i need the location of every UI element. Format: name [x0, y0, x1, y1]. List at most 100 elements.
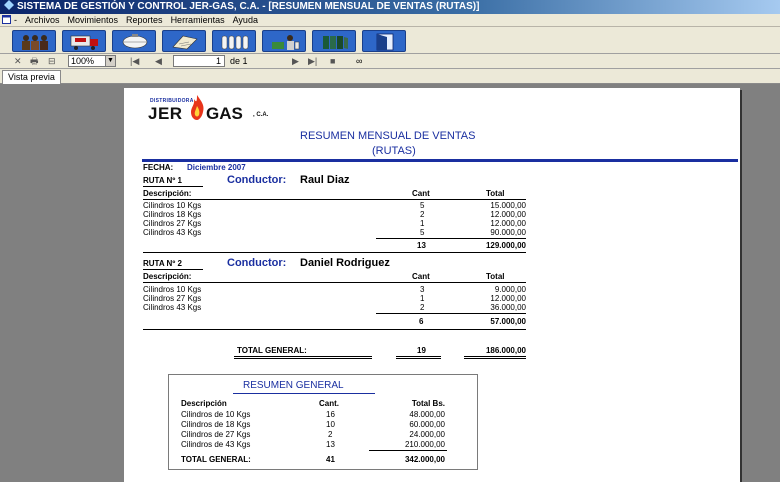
report-page: DISTRIBUIDORA JER GAS , C.A. RESUMEN MEN… [124, 88, 740, 482]
books-button[interactable] [312, 30, 356, 52]
report-subtitle: (RUTAS) [372, 145, 416, 157]
summary-sum-rule [369, 450, 447, 451]
stop-icon[interactable]: ■ [330, 56, 335, 67]
company-logo: DISTRIBUIDORA JER GAS , C.A. [148, 94, 278, 124]
cylinders-icon [221, 35, 249, 50]
document-icon [172, 35, 198, 50]
col-cant-2: Cant [412, 272, 430, 281]
main-toolbar [0, 27, 780, 54]
route-1-sum-total: 129.000,00 [485, 241, 526, 250]
route-2-row-total: 36.000,00 [490, 303, 526, 312]
summary-row-desc: Cilindros de 43 Kgs [181, 440, 251, 449]
books-icon [323, 36, 348, 49]
route-2-row-total: 12.000,00 [490, 294, 526, 303]
route-2-label: RUTA Nº 2 [143, 259, 182, 268]
cylinders-button[interactable] [212, 30, 256, 52]
page-number: 1 [215, 56, 221, 66]
summary-row-total: 24.000,00 [409, 430, 445, 439]
total-cant-rule-b [396, 358, 441, 359]
route-2-row-desc: Cilindros 27 Kgs [143, 294, 202, 303]
chevron-down-icon[interactable]: ▼ [105, 56, 115, 66]
last-page-icon[interactable]: ▶| [308, 56, 317, 67]
logo-ca: , C.A. [253, 112, 269, 118]
logo-jer: JER [148, 104, 183, 123]
menu-ayuda[interactable]: Ayuda [233, 15, 258, 25]
col-total-1: Total [486, 189, 505, 198]
delivery-icon [272, 35, 300, 50]
first-page-icon[interactable]: |◀ [130, 56, 139, 67]
binoculars-icon[interactable]: ∞ [356, 56, 362, 67]
fecha-value: Diciembre 2007 [187, 163, 246, 172]
route-2-row-desc: Cilindros 10 Kgs [143, 285, 202, 294]
total-total-rule-b [464, 358, 526, 359]
window-title: SISTEMA DE GESTIÓN Y CONTROL JER-GAS, C.… [17, 1, 480, 12]
page-count: de 1 [230, 56, 248, 66]
next-page-icon[interactable]: ▶ [292, 56, 299, 67]
route-1-row-desc: Cilindros 10 Kgs [143, 201, 202, 210]
logo-gas: GAS [206, 104, 243, 123]
route-2-row-cant: 3 [420, 285, 425, 294]
document-button[interactable] [162, 30, 206, 52]
total-cant-rule-a [396, 356, 441, 357]
truck-icon [70, 35, 98, 50]
summary-col-desc: Descripción [181, 399, 227, 408]
route-1-row-total: 12.000,00 [490, 210, 526, 219]
route-1-underline [143, 186, 203, 187]
zoom-select[interactable]: 100% ▼ [68, 55, 116, 67]
route-1-row-desc: Cilindros 27 Kgs [143, 219, 202, 228]
summary-col-total: Total Bs. [411, 399, 445, 408]
truck-button[interactable] [62, 30, 106, 52]
route-1-row-cant: 1 [420, 219, 425, 228]
exit-button[interactable] [362, 30, 406, 52]
route-1-label: RUTA Nº 1 [143, 176, 182, 185]
route-2-end-rule [143, 329, 526, 330]
zoom-value: 100% [71, 56, 95, 66]
tab-vista-previa[interactable]: Vista previa [2, 70, 61, 84]
route-1-sum-rule [376, 238, 526, 239]
route-1-row-cant: 5 [420, 201, 425, 210]
summary-total-total: 342.000,00 [404, 455, 445, 464]
summary-row-total: 60.000,00 [409, 420, 445, 429]
route-1-row-total: 15.000,00 [490, 201, 526, 210]
total-general-total: 186.000,00 [485, 346, 526, 355]
preview-area[interactable]: DISTRIBUIDORA JER GAS , C.A. RESUMEN MEN… [0, 84, 780, 482]
route-1-row-total: 90.000,00 [490, 228, 526, 237]
report-title: RESUMEN MENSUAL DE VENTAS [300, 130, 476, 142]
print-setup-icon[interactable]: ⊟ [48, 56, 56, 67]
window-title-bar: SISTEMA DE GESTIÓN Y CONTROL JER-GAS, C.… [0, 0, 780, 14]
menu-archivos[interactable]: Archivos [25, 15, 60, 25]
summary-row-total: 210.000,00 [404, 440, 445, 449]
summary-row-cant: 10 [326, 420, 335, 429]
route-1-row-desc: Cilindros 18 Kgs [143, 210, 202, 219]
menu-reportes[interactable]: Reportes [126, 15, 163, 25]
col-desc-2: Descripción: [143, 272, 192, 281]
workers-button[interactable] [12, 30, 56, 52]
col-header-rule-2 [143, 282, 526, 283]
summary-row-desc: Cilindros de 27 Kgs [181, 430, 251, 439]
app-icon [4, 0, 14, 10]
page-number-input[interactable]: 1 [173, 55, 225, 67]
total-total-rule-a [464, 356, 526, 357]
delivery-button[interactable] [262, 30, 306, 52]
header-rule [142, 159, 738, 162]
route-2-sum-total: 57.000,00 [490, 317, 526, 326]
cylinder-icon [122, 34, 148, 49]
summary-row-total: 48.000,00 [409, 410, 445, 419]
tab-strip: Vista previa [0, 69, 780, 84]
route-1-row-total: 12.000,00 [490, 219, 526, 228]
menu-movimientos[interactable]: Movimientos [68, 15, 119, 25]
route-2-sum-cant: 6 [419, 317, 424, 326]
previous-page-icon[interactable]: ◀ [155, 56, 162, 67]
printer-icon[interactable]: 🖶 [30, 56, 39, 67]
summary-title-rule [233, 393, 375, 394]
mdi-child-icon[interactable] [2, 15, 11, 24]
menu-herramientas[interactable]: Herramientas [171, 15, 225, 25]
cylinder-button[interactable] [112, 30, 156, 52]
conductor-1-label: Conductor: [227, 174, 287, 186]
route-1-sum-cant: 13 [417, 241, 426, 250]
summary-row-cant: 13 [326, 440, 335, 449]
col-desc-1: Descripción: [143, 189, 192, 198]
close-icon[interactable]: ✕ [14, 56, 22, 67]
route-2-row-cant: 1 [420, 294, 425, 303]
route-1-row-cant: 2 [420, 210, 425, 219]
